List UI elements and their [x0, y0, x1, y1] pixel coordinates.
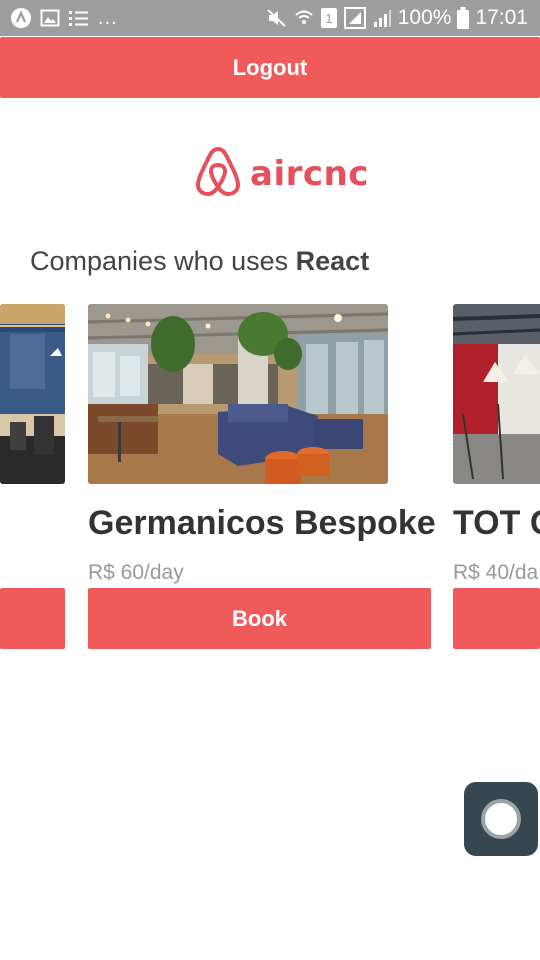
battery-icon	[457, 7, 470, 29]
book-button[interactable]	[0, 588, 65, 649]
image-icon	[40, 8, 60, 28]
mute-icon	[266, 8, 288, 28]
book-button[interactable]: Book	[88, 588, 431, 649]
section-title-tech: React	[295, 246, 370, 276]
clock: 17:01	[475, 6, 528, 29]
wifi-icon	[294, 8, 314, 28]
section-title: Companies who uses React	[30, 246, 369, 277]
signal-box-icon	[343, 7, 366, 29]
spot-image	[453, 304, 540, 484]
battery-percent: 100%	[397, 6, 452, 29]
spot-image	[0, 304, 65, 484]
overflow-indicator: ...	[98, 6, 118, 29]
airbnb-belo-icon	[194, 145, 242, 202]
circle-icon	[481, 799, 521, 839]
list-icon	[68, 8, 90, 28]
spot-name: Germanicos Bespoke	[88, 504, 436, 542]
spot-name: TOT C	[453, 504, 540, 542]
logo-text: aircnc	[250, 153, 369, 194]
assistive-touch-button[interactable]	[464, 782, 538, 856]
logout-button[interactable]: Logout	[0, 37, 540, 98]
sim-badge: 1	[325, 11, 332, 26]
sim-icon: 1	[320, 7, 338, 29]
spot-price: R$ 40/da	[453, 561, 539, 584]
app-icon	[10, 7, 32, 29]
section-title-prefix: Companies who uses	[30, 246, 296, 276]
spot-image	[88, 304, 388, 484]
book-button[interactable]	[453, 588, 540, 649]
status-bar: ... 1 100% 17:01	[0, 0, 540, 36]
app-logo: aircnc	[194, 145, 369, 202]
spot-price: R$ 60/day	[88, 561, 184, 584]
signal-icon	[372, 8, 392, 28]
